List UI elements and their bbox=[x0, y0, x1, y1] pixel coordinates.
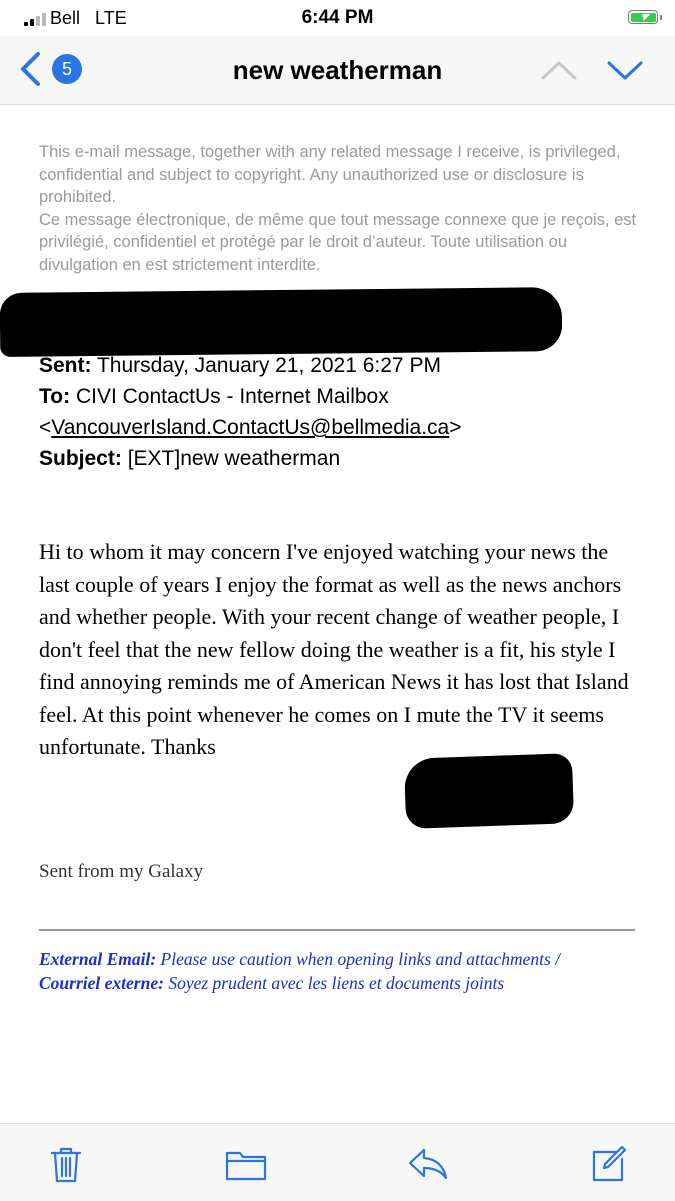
external-text-en: Please use caution when opening links an… bbox=[160, 949, 561, 969]
next-message-button[interactable] bbox=[606, 58, 644, 82]
subject-value: [EXT]new weatherman bbox=[127, 447, 341, 470]
divider bbox=[39, 929, 635, 931]
move-to-folder-button[interactable] bbox=[224, 1144, 268, 1184]
to-label: To: bbox=[39, 385, 71, 408]
reply-button[interactable] bbox=[406, 1144, 450, 1184]
disclaimer-french: Ce message électronique, de même que tou… bbox=[39, 210, 637, 274]
redaction-mark bbox=[403, 753, 575, 829]
subject-row: Subject: [EXT]new weatherman bbox=[39, 443, 659, 474]
subject-label: Subject: bbox=[39, 447, 122, 470]
message-body: Hi to whom it may concern I've enjoyed w… bbox=[39, 539, 629, 759]
to-name: CIVI ContactUs - Internet Mailbox bbox=[75, 385, 389, 408]
sent-value: Thursday, January 21, 2021 6:27 PM bbox=[96, 354, 441, 377]
status-bar: Bell LTE 6:44 PM bbox=[0, 0, 675, 36]
chevron-down-icon bbox=[607, 61, 643, 80]
to-email-link[interactable]: VancouverIsland.ContactUs@bellmedia.ca bbox=[51, 416, 449, 439]
external-email-notice: External Email: Please use caution when … bbox=[39, 947, 639, 995]
confidentiality-disclaimer: This e-mail message, together with any r… bbox=[39, 141, 649, 276]
status-time: 6:44 PM bbox=[301, 7, 374, 28]
compose-icon bbox=[592, 1145, 627, 1182]
compose-button[interactable] bbox=[588, 1144, 628, 1184]
trash-icon bbox=[50, 1147, 82, 1183]
email-close-bracket: > bbox=[449, 416, 462, 439]
bottom-toolbar bbox=[0, 1123, 675, 1201]
forwarded-headers: Sent: Thursday, January 21, 2021 6:27 PM… bbox=[39, 350, 659, 474]
email-signature: Sent from my Galaxy bbox=[39, 861, 204, 882]
redaction-mark bbox=[0, 287, 563, 357]
to-row: To: CIVI ContactUs - Internet Mailbox bbox=[39, 381, 659, 412]
delete-button[interactable] bbox=[46, 1144, 86, 1184]
previous-message-button[interactable] bbox=[540, 58, 578, 82]
external-text-fr: Soyez prudent avec les liens et document… bbox=[168, 973, 505, 993]
sent-label: Sent: bbox=[39, 354, 92, 377]
email-open-bracket: < bbox=[39, 416, 52, 439]
battery-charging-icon bbox=[628, 10, 662, 24]
disclaimer-english: This e-mail message, together with any r… bbox=[39, 143, 621, 206]
external-label-fr: Courriel externe: bbox=[39, 973, 164, 993]
reply-icon bbox=[408, 1148, 448, 1180]
navigation-bar: 5 new weatherman bbox=[0, 36, 675, 105]
folder-icon bbox=[225, 1151, 267, 1181]
to-email-row: <VancouverIsland.ContactUs@bellmedia.ca> bbox=[39, 412, 659, 443]
external-label-en: External Email: bbox=[39, 949, 157, 969]
chevron-up-icon bbox=[541, 61, 577, 80]
